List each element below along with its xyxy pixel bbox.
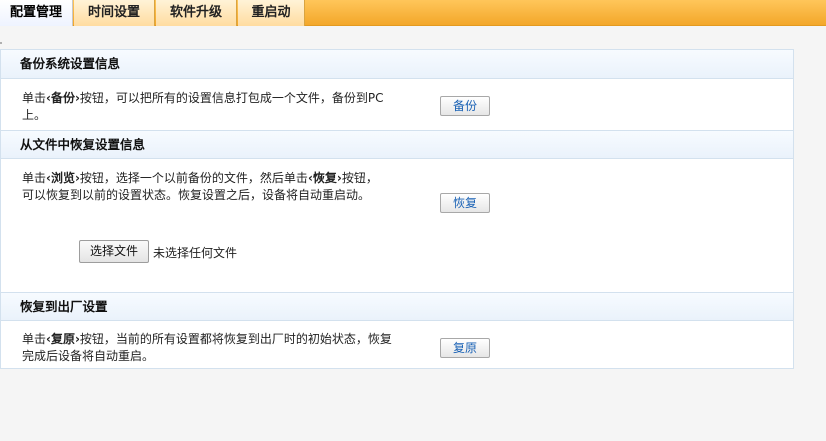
- tab-software-upgrade[interactable]: 软件升级: [156, 0, 237, 26]
- restore-desc-pre: 单击: [22, 171, 47, 185]
- choose-file-button[interactable]: 选择文件: [79, 240, 149, 263]
- factory-reset-button[interactable]: 复原: [440, 338, 490, 358]
- config-panel: 备份系统设置信息 单击‹备份›按钮，可以把所有的设置信息打包成一个文件，备份到P…: [0, 49, 794, 369]
- restore-desc-key-browse: ‹浏览›: [46, 171, 80, 185]
- backup-button[interactable]: 备份: [440, 96, 490, 116]
- restore-description: 单击‹浏览›按钮，选择一个以前备份的文件，然后单击‹恢复›按钮， 可以恢复到以前的…: [22, 170, 402, 204]
- backup-description: 单击‹备份›按钮，可以把所有的设置信息打包成一个文件，备份到PC上。: [22, 90, 402, 124]
- restore-button[interactable]: 恢复: [440, 193, 490, 213]
- backup-desc-key: ‹备份›: [46, 91, 80, 105]
- restore-desc-line2: 可以恢复到以前的设置状态。恢复设置之后，设备将自动重启动。: [22, 188, 371, 202]
- tab-config-management[interactable]: 配置管理: [0, 0, 73, 26]
- tab-restart[interactable]: 重启动: [238, 0, 305, 26]
- restore-desc-key-restore: ‹恢复›: [307, 171, 342, 185]
- restore-desc-mid2: 按钮，: [341, 171, 378, 185]
- backup-section-title: 备份系统设置信息: [1, 50, 793, 79]
- factory-reset-description: 单击‹复原›按钮，当前的所有设置都将恢复到出厂时的初始状态，恢复完成后设备将自动…: [22, 331, 402, 365]
- file-status-text: 未选择任何文件: [153, 246, 238, 260]
- tab-time-settings[interactable]: 时间设置: [74, 0, 155, 26]
- backup-desc-pre: 单击: [22, 91, 47, 105]
- factory-reset-section-title: 恢复到出厂设置: [1, 292, 793, 321]
- restore-desc-mid: 按钮，选择一个以前备份的文件，然后单击: [79, 171, 308, 185]
- tab-bar: 配置管理 时间设置 软件升级 重启动: [0, 0, 826, 26]
- factory-desc-key: ‹复原›: [46, 332, 80, 346]
- divider-mark: [0, 42, 2, 44]
- factory-desc-pre: 单击: [22, 332, 47, 346]
- restore-section-title: 从文件中恢复设置信息: [1, 130, 793, 159]
